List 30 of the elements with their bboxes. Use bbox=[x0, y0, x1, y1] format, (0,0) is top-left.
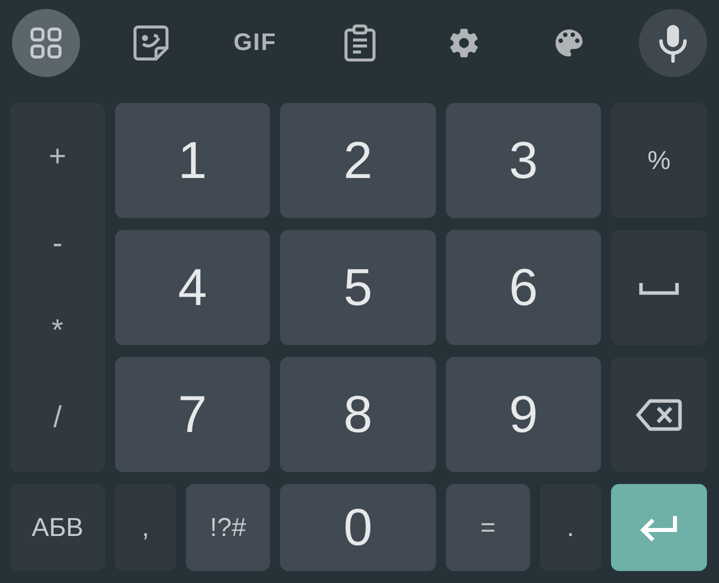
operator-button[interactable]: + bbox=[10, 113, 105, 200]
space-bar-icon bbox=[639, 280, 679, 294]
backspace-key[interactable] bbox=[611, 357, 707, 472]
key[interactable]: 1 bbox=[115, 103, 270, 218]
apps-icon bbox=[29, 26, 63, 60]
space-key[interactable] bbox=[611, 230, 707, 345]
key[interactable]: АБВ bbox=[10, 484, 105, 571]
gif-button[interactable]: GIF bbox=[221, 9, 289, 77]
operator-button[interactable]: / bbox=[10, 374, 105, 462]
operator-button[interactable]: * bbox=[10, 288, 105, 375]
sticker-icon bbox=[132, 24, 170, 62]
key[interactable]: 8 bbox=[280, 357, 436, 472]
key[interactable]: = bbox=[446, 484, 530, 571]
clipboard-icon bbox=[342, 24, 376, 62]
key[interactable]: 7 bbox=[115, 357, 270, 472]
backspace-icon bbox=[636, 398, 682, 430]
enter-icon bbox=[639, 514, 679, 542]
key[interactable]: 0 bbox=[280, 484, 436, 571]
operator-button[interactable]: - bbox=[10, 200, 105, 288]
key[interactable]: !?# bbox=[186, 484, 270, 571]
key[interactable]: % bbox=[611, 103, 707, 218]
key[interactable]: 4 bbox=[115, 230, 270, 345]
key[interactable]: 6 bbox=[446, 230, 601, 345]
key[interactable]: . bbox=[540, 484, 601, 571]
key[interactable]: 9 bbox=[446, 357, 601, 472]
key[interactable]: 2 bbox=[280, 103, 436, 218]
key[interactable]: , bbox=[115, 484, 176, 571]
key[interactable]: 3 bbox=[446, 103, 601, 218]
key[interactable]: 5 bbox=[280, 230, 436, 345]
microphone-icon bbox=[658, 23, 688, 63]
